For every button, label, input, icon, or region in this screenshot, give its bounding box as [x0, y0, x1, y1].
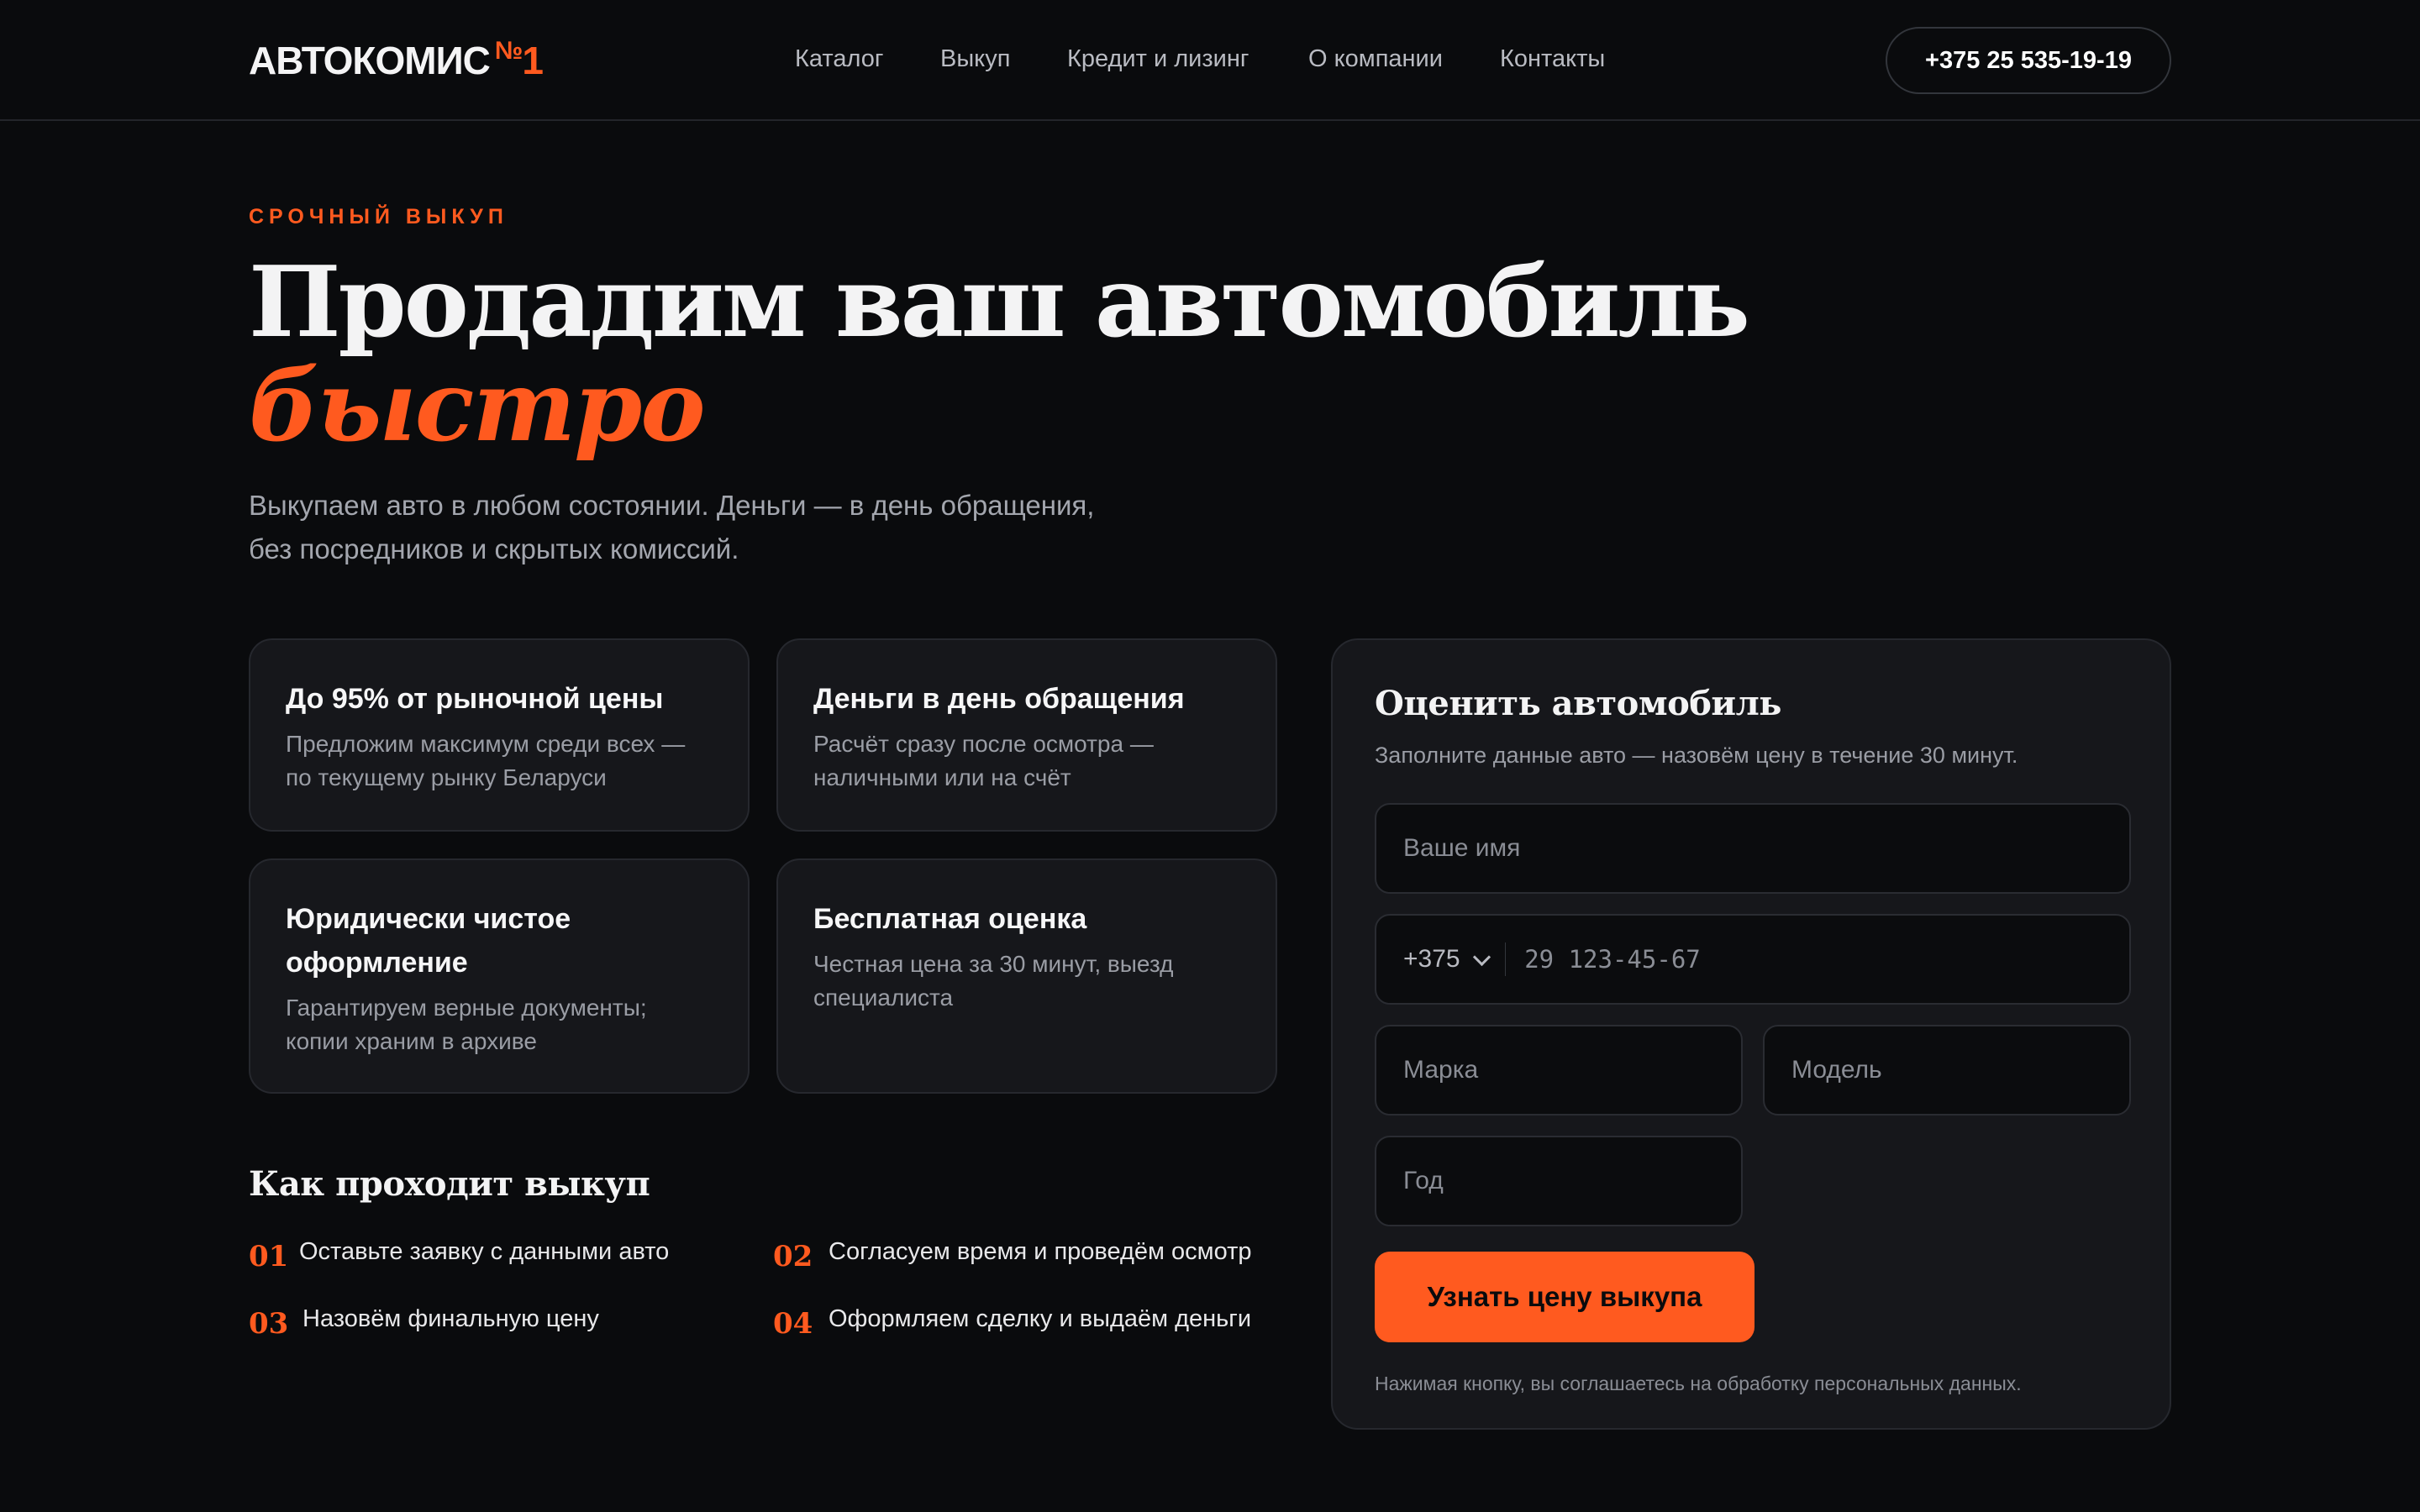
feature-text: Предложим максимум среди всех — по текущ… [286, 731, 686, 790]
step-text: Назовём финальную цену [302, 1305, 599, 1332]
model-field [1763, 1025, 2131, 1116]
step-text: Согласуем время и проведём осмотр [829, 1238, 1252, 1265]
chevron-down-icon [1472, 948, 1491, 966]
hero-title: Продадим ваш автомобиль [249, 245, 1750, 360]
step-number: 04 [773, 1307, 813, 1341]
nav-item-contacts[interactable]: Контакты [1500, 45, 1605, 73]
hero-lead-line-2: без посредников и скрытых комиссий. [249, 533, 739, 564]
year-field [1375, 1136, 1743, 1226]
feature-title: Юридически чистое оформление [286, 903, 571, 979]
step-number: 02 [773, 1240, 813, 1273]
make-field [1375, 1025, 1743, 1116]
country-code-value: +375 [1403, 945, 1460, 973]
feature-card-free-valuation: Бесплатная оценка Честная цена за 30 мин… [776, 858, 1277, 1094]
feature-title: Бесплатная оценка [813, 903, 1087, 935]
step-number: 01 [249, 1240, 289, 1273]
brand-name: АВТОКОМИС [249, 39, 491, 82]
nav-item-catalog[interactable]: Каталог [795, 45, 883, 73]
step-text: Оставьте заявку с данными авто [299, 1238, 670, 1265]
steps-title: Как проходит выкуп [249, 1164, 650, 1204]
valuation-form-panel: Оценить автомобиль Заполните данные авто… [1331, 638, 2171, 1430]
site-header: АВТОКОМИС №1 Каталог Выкуп Кредит и лизин… [0, 0, 2420, 121]
privacy-consent-text: Нажимая кнопку, вы соглашаетесь на обраб… [1375, 1373, 2022, 1394]
feature-card-price: До 95% от рыночной цены Предложим максим… [249, 638, 750, 832]
model-input[interactable] [1765, 1026, 2129, 1114]
feature-card-legal: Юридически чистое оформление Гарантируем… [249, 858, 750, 1094]
phone-field: +375 [1375, 914, 2131, 1005]
form-subtitle: Заполните данные авто — назовём цену в т… [1375, 743, 2018, 768]
brand-number: №1 [494, 37, 544, 82]
feature-text: Расчёт сразу после осмотра — наличными и… [813, 731, 1154, 790]
form-title: Оценить автомобиль [1375, 684, 1781, 723]
step-text: Оформляем сделку и выдаём деньги [829, 1305, 1252, 1332]
step-number: 03 [249, 1307, 289, 1341]
nav-item-credit-leasing[interactable]: Кредит и лизинг [1067, 45, 1249, 73]
feature-title: До 95% от рыночной цены [286, 683, 664, 715]
nav-item-about[interactable]: О компании [1308, 45, 1443, 73]
feature-text: Честная цена за 30 минут, выезд специали… [813, 951, 1174, 1011]
year-input[interactable] [1376, 1137, 1741, 1225]
header-phone-button[interactable]: +375 25 535-19-19 [1886, 27, 2171, 94]
nav-item-buyout[interactable]: Выкуп [940, 45, 1010, 73]
hero-eyebrow: СРОЧНЫЙ ВЫКУП [249, 205, 508, 228]
hero-title-accent: быстро [249, 349, 706, 464]
phone-input[interactable] [1506, 916, 2129, 1003]
name-input[interactable] [1376, 805, 2129, 892]
brand-logo[interactable]: АВТОКОМИС №1 [249, 37, 544, 83]
hero-lead-line-1: Выкупаем авто в любом состоянии. Деньги … [249, 490, 1095, 521]
feature-card-same-day-money: Деньги в день обращения Расчёт сразу пос… [776, 638, 1277, 832]
get-buyout-price-button[interactable]: Узнать цену выкупа [1375, 1252, 1754, 1342]
make-input[interactable] [1376, 1026, 1741, 1114]
country-code-select[interactable]: +375 [1376, 916, 1505, 1003]
feature-text: Гарантируем верные документы; копии хран… [286, 995, 647, 1054]
name-field [1375, 803, 2131, 894]
feature-title: Деньги в день обращения [813, 683, 1185, 715]
hero-lead: Выкупаем авто в любом состоянии. Деньги … [249, 484, 1257, 571]
